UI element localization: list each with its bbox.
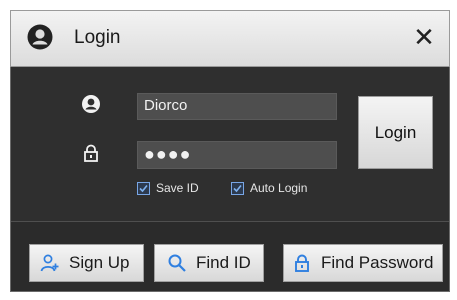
save-id-checkbox[interactable]: Save ID [137,181,199,195]
password-field[interactable]: ●●●● [137,141,337,169]
window-title: Login [74,27,121,48]
user-circle-icon [82,95,100,113]
auto-login-checkbox[interactable]: Auto Login [231,181,307,195]
find-password-label: Find Password [321,253,434,272]
sign-up-label: Sign Up [69,253,130,272]
sign-up-button[interactable]: Sign Up [29,244,144,282]
find-id-button[interactable]: Find ID [154,244,264,282]
lock-icon [84,144,98,162]
find-id-label: Find ID [196,253,251,272]
username-field[interactable]: Diorco [137,93,337,120]
login-panel: Diorco ●●●● Login Save ID Auto Login Sig… [10,67,450,292]
checkbox-checked-icon[interactable] [231,181,244,195]
user-circle-icon [27,24,53,50]
login-button[interactable]: Login [358,96,433,169]
checkbox-checked-icon[interactable] [137,181,150,195]
add-user-icon [40,254,59,272]
lock-icon [295,254,309,272]
login-form: Diorco ●●●● Login Save ID Auto Login [11,67,449,222]
close-button[interactable]: ✕ [407,20,441,54]
title-bar: Login ✕ [10,10,450,67]
search-icon [168,254,186,272]
auto-login-label: Auto Login [250,181,308,195]
save-id-label: Save ID [156,181,199,195]
find-password-button[interactable]: Find Password [283,244,443,282]
